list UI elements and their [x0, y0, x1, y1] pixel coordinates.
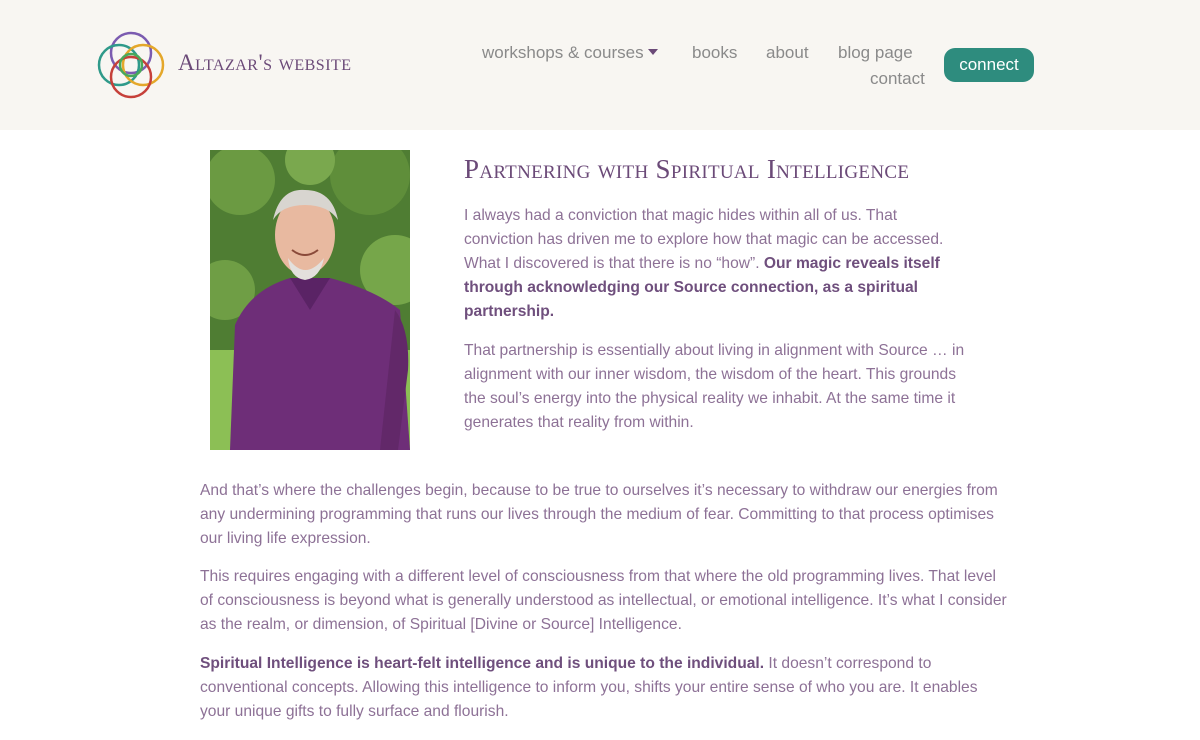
partnership-paragraph: That partnership is essentially about li… — [464, 342, 965, 431]
site-title[interactable]: Altazar's website — [178, 50, 352, 76]
nav-contact-link[interactable]: contact — [870, 69, 925, 89]
caret-down-icon[interactable] — [647, 48, 659, 56]
spiritual-intelligence-paragraph: Spiritual Intelligence is heart-felt int… — [200, 652, 1010, 724]
connect-button[interactable]: connect — [944, 48, 1034, 82]
author-photo — [210, 150, 410, 450]
site-logo-icon[interactable] — [96, 30, 166, 100]
challenges-paragraph: And that’s where the challenges begin, b… — [200, 482, 998, 547]
nav-workshops-link[interactable]: workshops & courses — [482, 43, 644, 63]
site-header: Altazar's website workshops & courses bo… — [0, 0, 1200, 130]
nav-about-link[interactable]: about — [766, 43, 809, 63]
consciousness-paragraph: This requires engaging with a different … — [200, 568, 1007, 633]
article-title: Partnering with Spiritual Intelligence — [464, 154, 910, 184]
intro-paragraph: I always had a conviction that magic hid… — [464, 204, 969, 324]
spiritual-intelligence-bold-text: Spiritual Intelligence is heart-felt int… — [200, 655, 765, 672]
nav-blog-link[interactable]: blog page — [838, 43, 913, 63]
nav-books-link[interactable]: books — [692, 43, 737, 63]
